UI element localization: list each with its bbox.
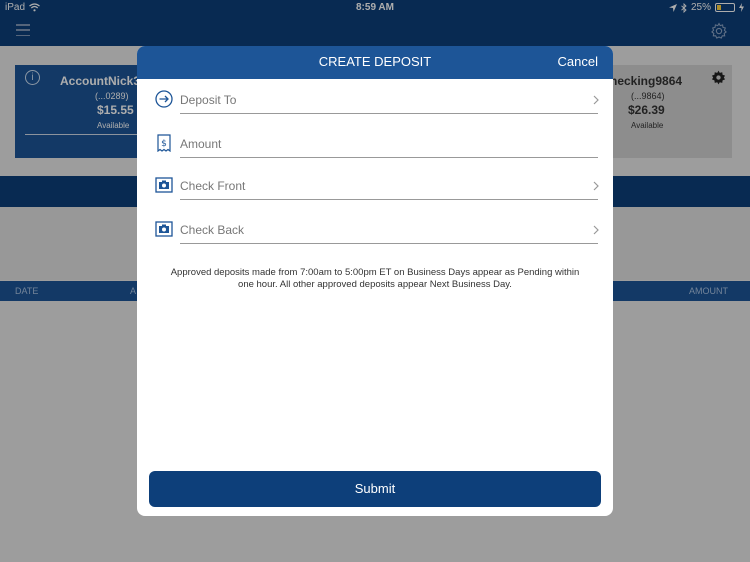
field-underline — [180, 199, 598, 200]
chevron-right-icon — [593, 95, 599, 105]
cancel-button[interactable]: Cancel — [558, 54, 598, 69]
camera-icon — [155, 177, 173, 193]
receipt-dollar-icon: $ — [157, 134, 171, 152]
deposit-to-field[interactable]: Deposit To — [155, 89, 600, 123]
field-underline — [180, 157, 598, 158]
chevron-right-icon — [593, 225, 599, 235]
create-deposit-modal: CREATE DEPOSIT Cancel Deposit To $ Amoun… — [137, 46, 613, 516]
amount-label: Amount — [180, 137, 222, 151]
svg-text:$: $ — [161, 139, 167, 149]
modal-title: CREATE DEPOSIT — [318, 54, 432, 69]
field-underline — [180, 113, 598, 114]
field-underline — [180, 243, 598, 244]
check-back-field[interactable]: Check Back — [155, 219, 600, 253]
deposit-notice: Approved deposits made from 7:00am to 5:… — [170, 267, 580, 290]
arrow-circle-icon — [155, 90, 173, 108]
amount-field[interactable]: $ Amount — [155, 133, 600, 167]
camera-icon — [155, 221, 173, 237]
deposit-to-label: Deposit To — [180, 93, 237, 107]
check-back-label: Check Back — [180, 223, 245, 237]
check-front-label: Check Front — [180, 179, 246, 193]
chevron-right-icon — [593, 181, 599, 191]
check-front-field[interactable]: Check Front — [155, 175, 600, 209]
submit-button[interactable]: Submit — [149, 471, 601, 507]
modal-header: CREATE DEPOSIT Cancel — [137, 46, 613, 79]
